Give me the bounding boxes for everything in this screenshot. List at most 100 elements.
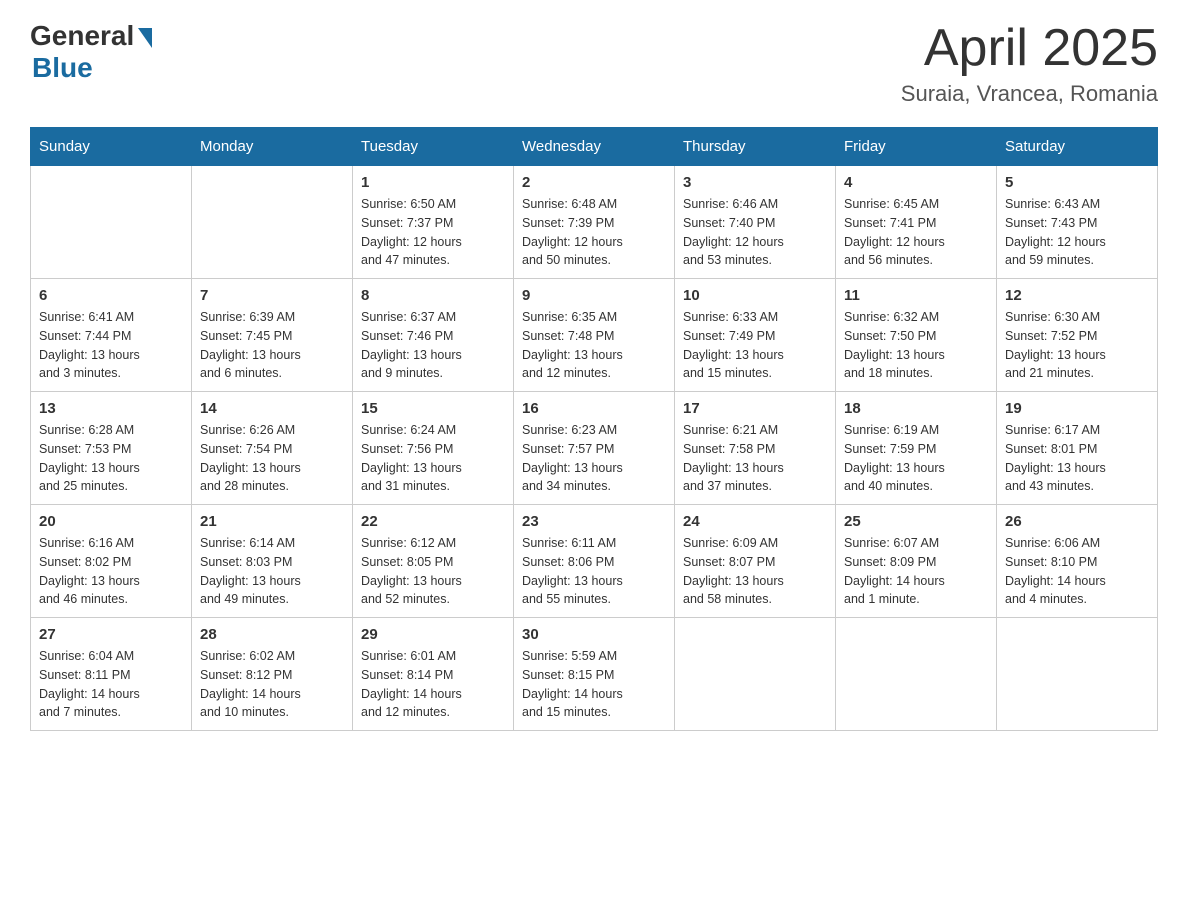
- day-info: Sunrise: 6:06 AMSunset: 8:10 PMDaylight:…: [1005, 534, 1149, 609]
- logo-arrow-icon: [138, 28, 152, 48]
- calendar-week-row: 20Sunrise: 6:16 AMSunset: 8:02 PMDayligh…: [31, 505, 1158, 618]
- calendar-cell: 24Sunrise: 6:09 AMSunset: 8:07 PMDayligh…: [675, 505, 836, 618]
- day-number: 11: [844, 287, 988, 304]
- title-section: April 2025 Suraia, Vrancea, Romania: [901, 20, 1158, 107]
- day-number: 19: [1005, 400, 1149, 417]
- day-number: 7: [200, 287, 344, 304]
- day-info: Sunrise: 6:17 AMSunset: 8:01 PMDaylight:…: [1005, 421, 1149, 496]
- day-info: Sunrise: 6:23 AMSunset: 7:57 PMDaylight:…: [522, 421, 666, 496]
- day-info: Sunrise: 6:07 AMSunset: 8:09 PMDaylight:…: [844, 534, 988, 609]
- day-info: Sunrise: 6:33 AMSunset: 7:49 PMDaylight:…: [683, 308, 827, 383]
- calendar-cell: 11 Sunrise: 6:32 AMSunset: 7:50 PMDayligh…: [836, 279, 997, 392]
- day-info: Sunrise: 6:35 AMSunset: 7:48 PMDaylight:…: [522, 308, 666, 383]
- day-info: Sunrise: 6:32 AMSunset: 7:50 PMDaylight:…: [844, 308, 988, 383]
- logo-general-text: General: [30, 20, 134, 52]
- calendar-cell: 9 Sunrise: 6:35 AMSunset: 7:48 PMDaylight…: [514, 279, 675, 392]
- calendar-header-tuesday: Tuesday: [353, 128, 514, 166]
- day-info: Sunrise: 6:45 AMSunset: 7:41 PMDaylight:…: [844, 195, 988, 270]
- calendar-cell: 16 Sunrise: 6:23 AMSunset: 7:57 PMDayligh…: [514, 392, 675, 505]
- day-info: Sunrise: 5:59 AMSunset: 8:15 PMDaylight:…: [522, 647, 666, 722]
- day-info: Sunrise: 6:37 AMSunset: 7:46 PMDaylight:…: [361, 308, 505, 383]
- day-number: 9: [522, 287, 666, 304]
- logo-blue-text: Blue: [32, 52, 93, 84]
- calendar-week-row: 1 Sunrise: 6:50 AMSunset: 7:37 PMDaylight…: [31, 166, 1158, 279]
- day-number: 2: [522, 174, 666, 191]
- day-number: 26: [1005, 513, 1149, 530]
- calendar-cell: 8 Sunrise: 6:37 AMSunset: 7:46 PMDaylight…: [353, 279, 514, 392]
- day-info: Sunrise: 6:12 AMSunset: 8:05 PMDaylight:…: [361, 534, 505, 609]
- page-header: General Blue April 2025 Suraia, Vrancea,…: [30, 20, 1158, 107]
- calendar-cell: 2 Sunrise: 6:48 AMSunset: 7:39 PMDaylight…: [514, 166, 675, 279]
- calendar-cell: 4 Sunrise: 6:45 AMSunset: 7:41 PMDaylight…: [836, 166, 997, 279]
- calendar-cell: [997, 618, 1158, 731]
- calendar-header-wednesday: Wednesday: [514, 128, 675, 166]
- day-info: Sunrise: 6:14 AMSunset: 8:03 PMDaylight:…: [200, 534, 344, 609]
- day-number: 12: [1005, 287, 1149, 304]
- calendar-cell: 23Sunrise: 6:11 AMSunset: 8:06 PMDayligh…: [514, 505, 675, 618]
- calendar-header-monday: Monday: [192, 128, 353, 166]
- day-number: 14: [200, 400, 344, 417]
- calendar-cell: 17Sunrise: 6:21 AMSunset: 7:58 PMDayligh…: [675, 392, 836, 505]
- day-number: 30: [522, 626, 666, 643]
- day-number: 10: [683, 287, 827, 304]
- calendar-cell: 20Sunrise: 6:16 AMSunset: 8:02 PMDayligh…: [31, 505, 192, 618]
- day-info: Sunrise: 6:26 AMSunset: 7:54 PMDaylight:…: [200, 421, 344, 496]
- day-number: 24: [683, 513, 827, 530]
- day-number: 27: [39, 626, 183, 643]
- calendar-header-sunday: Sunday: [31, 128, 192, 166]
- calendar-cell: 12 Sunrise: 6:30 AMSunset: 7:52 PMDayligh…: [997, 279, 1158, 392]
- calendar-cell: 1 Sunrise: 6:50 AMSunset: 7:37 PMDaylight…: [353, 166, 514, 279]
- calendar-cell: [31, 166, 192, 279]
- month-title: April 2025: [901, 20, 1158, 77]
- logo: General Blue: [30, 20, 152, 84]
- day-number: 6: [39, 287, 183, 304]
- calendar-table: SundayMondayTuesdayWednesdayThursdayFrid…: [30, 127, 1158, 731]
- day-number: 8: [361, 287, 505, 304]
- calendar-cell: [836, 618, 997, 731]
- calendar-cell: 7 Sunrise: 6:39 AMSunset: 7:45 PMDaylight…: [192, 279, 353, 392]
- day-number: 1: [361, 174, 505, 191]
- day-number: 15: [361, 400, 505, 417]
- calendar-cell: 21 Sunrise: 6:14 AMSunset: 8:03 PMDayligh…: [192, 505, 353, 618]
- day-info: Sunrise: 6:24 AMSunset: 7:56 PMDaylight:…: [361, 421, 505, 496]
- calendar-cell: 26 Sunrise: 6:06 AMSunset: 8:10 PMDayligh…: [997, 505, 1158, 618]
- calendar-week-row: 6 Sunrise: 6:41 AMSunset: 7:44 PMDaylight…: [31, 279, 1158, 392]
- day-info: Sunrise: 6:48 AMSunset: 7:39 PMDaylight:…: [522, 195, 666, 270]
- day-number: 23: [522, 513, 666, 530]
- day-info: Sunrise: 6:50 AMSunset: 7:37 PMDaylight:…: [361, 195, 505, 270]
- calendar-cell: 29Sunrise: 6:01 AMSunset: 8:14 PMDayligh…: [353, 618, 514, 731]
- day-info: Sunrise: 6:28 AMSunset: 7:53 PMDaylight:…: [39, 421, 183, 496]
- calendar-cell: 30 Sunrise: 5:59 AMSunset: 8:15 PMDayligh…: [514, 618, 675, 731]
- day-info: Sunrise: 6:46 AMSunset: 7:40 PMDaylight:…: [683, 195, 827, 270]
- calendar-cell: 22Sunrise: 6:12 AMSunset: 8:05 PMDayligh…: [353, 505, 514, 618]
- day-info: Sunrise: 6:01 AMSunset: 8:14 PMDaylight:…: [361, 647, 505, 722]
- day-info: Sunrise: 6:04 AMSunset: 8:11 PMDaylight:…: [39, 647, 183, 722]
- calendar-cell: 15 Sunrise: 6:24 AMSunset: 7:56 PMDayligh…: [353, 392, 514, 505]
- day-info: Sunrise: 6:41 AMSunset: 7:44 PMDaylight:…: [39, 308, 183, 383]
- calendar-cell: 28 Sunrise: 6:02 AMSunset: 8:12 PMDayligh…: [192, 618, 353, 731]
- calendar-week-row: 27 Sunrise: 6:04 AMSunset: 8:11 PMDayligh…: [31, 618, 1158, 731]
- day-info: Sunrise: 6:30 AMSunset: 7:52 PMDaylight:…: [1005, 308, 1149, 383]
- calendar-cell: 6 Sunrise: 6:41 AMSunset: 7:44 PMDaylight…: [31, 279, 192, 392]
- day-number: 21: [200, 513, 344, 530]
- day-number: 20: [39, 513, 183, 530]
- day-number: 18: [844, 400, 988, 417]
- day-number: 17: [683, 400, 827, 417]
- day-number: 4: [844, 174, 988, 191]
- calendar-cell: 3 Sunrise: 6:46 AMSunset: 7:40 PMDaylight…: [675, 166, 836, 279]
- day-number: 16: [522, 400, 666, 417]
- calendar-cell: 14 Sunrise: 6:26 AMSunset: 7:54 PMDayligh…: [192, 392, 353, 505]
- day-info: Sunrise: 6:39 AMSunset: 7:45 PMDaylight:…: [200, 308, 344, 383]
- calendar-cell: 18 Sunrise: 6:19 AMSunset: 7:59 PMDayligh…: [836, 392, 997, 505]
- day-info: Sunrise: 6:43 AMSunset: 7:43 PMDaylight:…: [1005, 195, 1149, 270]
- day-number: 28: [200, 626, 344, 643]
- calendar-cell: 10 Sunrise: 6:33 AMSunset: 7:49 PMDayligh…: [675, 279, 836, 392]
- day-number: 13: [39, 400, 183, 417]
- calendar-cell: [675, 618, 836, 731]
- calendar-cell: 5Sunrise: 6:43 AMSunset: 7:43 PMDaylight…: [997, 166, 1158, 279]
- day-info: Sunrise: 6:19 AMSunset: 7:59 PMDaylight:…: [844, 421, 988, 496]
- day-number: 3: [683, 174, 827, 191]
- day-info: Sunrise: 6:02 AMSunset: 8:12 PMDaylight:…: [200, 647, 344, 722]
- calendar-cell: [192, 166, 353, 279]
- calendar-cell: 13 Sunrise: 6:28 AMSunset: 7:53 PMDayligh…: [31, 392, 192, 505]
